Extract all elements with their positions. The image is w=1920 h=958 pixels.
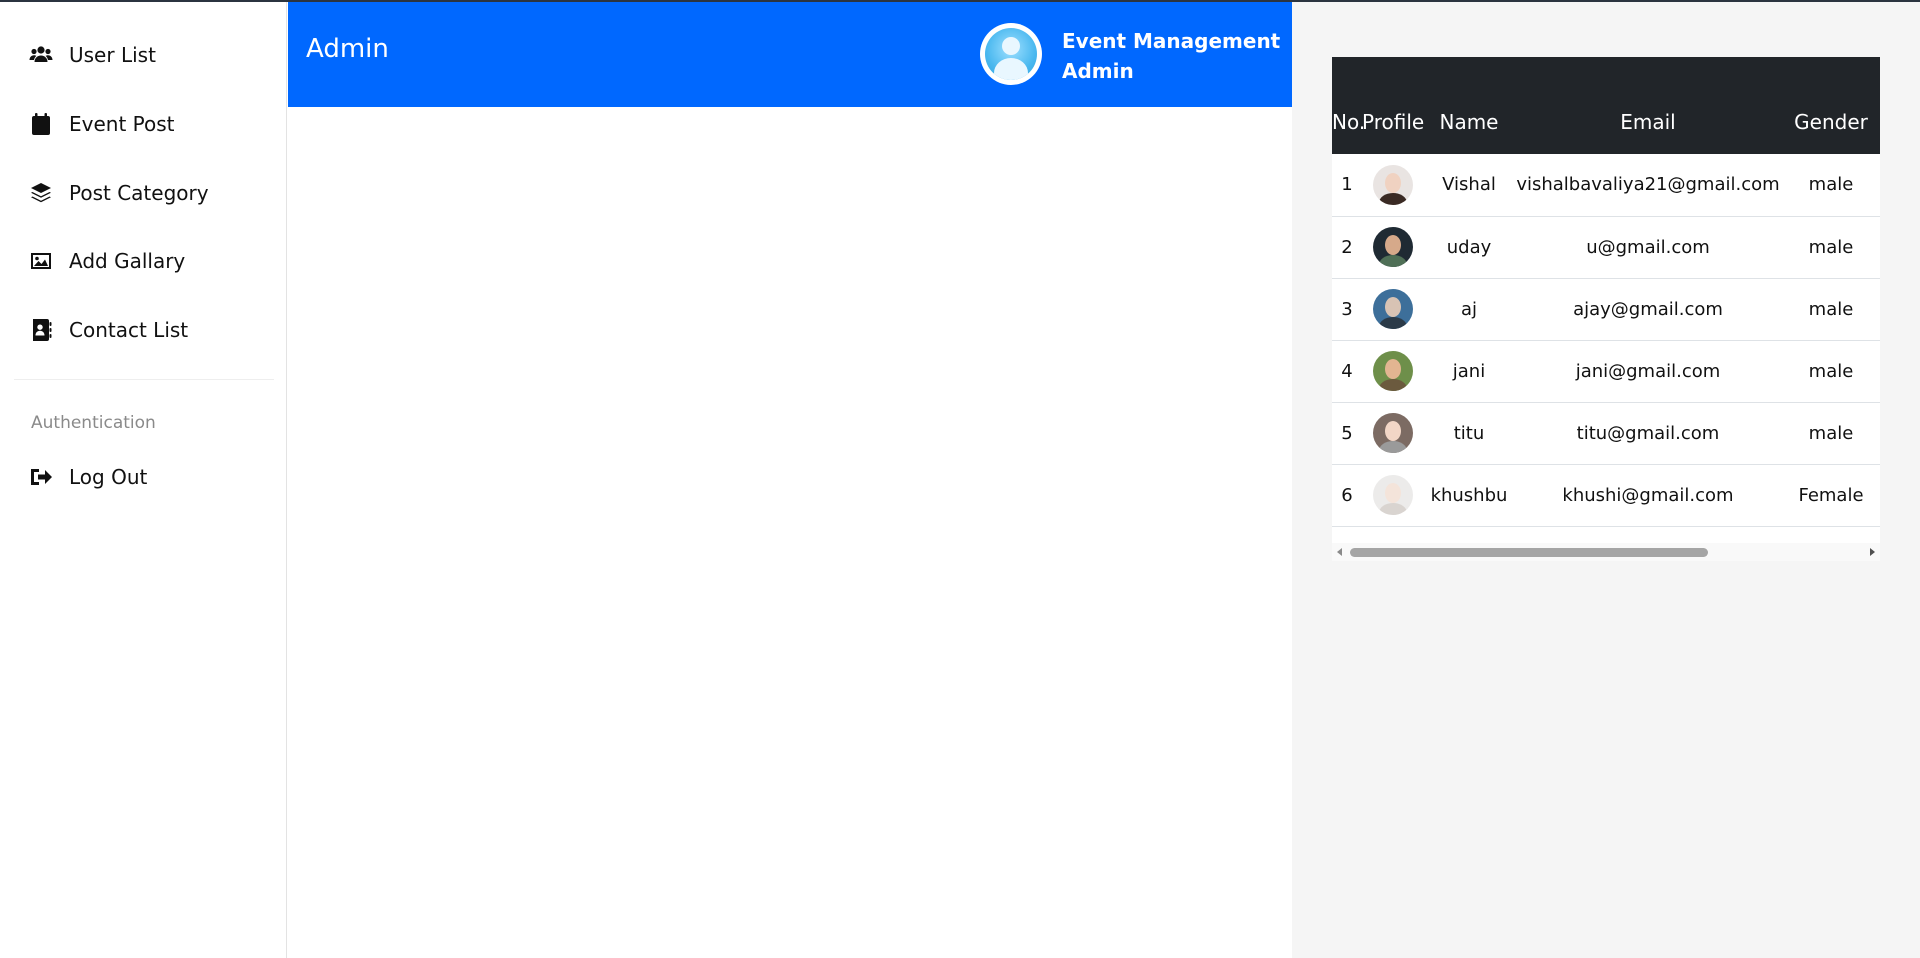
scroll-right-arrow-icon[interactable] [1870, 548, 1875, 556]
cell-no: 4 [1341, 360, 1353, 382]
cell-name: titu [1453, 422, 1485, 444]
cell-email: vishalbavaliya21@gmail.com [1516, 174, 1780, 196]
sidebar-item-label: Event Post [69, 112, 175, 136]
sidebar-item-label: User List [69, 43, 156, 67]
cell-email: khushi@gmail.com [1562, 484, 1734, 506]
cell-gender: Female [1798, 484, 1864, 506]
table-row: 6 khushbu khushi@gmail.com Female [1332, 464, 1880, 526]
cell-no: 6 [1341, 484, 1353, 506]
cell-name: aj [1460, 298, 1478, 320]
cell-name: uday [1446, 236, 1492, 258]
cell-gender: male [1808, 298, 1854, 320]
cell-gender: male [1808, 174, 1854, 196]
cell-gender: male [1808, 422, 1854, 444]
top-header: Admin Event Management Admin [288, 2, 1292, 107]
section-label-authentication: Authentication [31, 413, 156, 433]
user-table-container: No. Profile Name Email Gender 1 Vishal v… [1332, 57, 1880, 560]
image-icon [28, 248, 54, 274]
header-user-line2: Admin [1062, 59, 1134, 83]
cell-profile [1362, 402, 1424, 464]
user-avatar-icon [985, 28, 1037, 80]
sidebar-item-contact-list[interactable]: Contact List [28, 312, 188, 348]
table-row: 5 titu titu@gmail.com male [1332, 402, 1880, 464]
column-header-gender: Gender [1794, 110, 1868, 134]
sidebar: User List Event Post Post Category Add G… [0, 2, 287, 958]
table-row: 4 jani jani@gmail.com male [1332, 340, 1880, 402]
cell-email: titu@gmail.com [1576, 422, 1720, 444]
address-book-icon [28, 317, 54, 343]
profile-photo [1373, 289, 1413, 329]
sidebar-item-event-post[interactable]: Event Post [28, 106, 175, 142]
sidebar-item-post-category[interactable]: Post Category [28, 175, 209, 211]
sidebar-item-user-list[interactable]: User List [28, 37, 156, 73]
cell-name: khushbu [1430, 484, 1508, 506]
main-content [288, 107, 1292, 958]
header-user-name: Event Management Admin [1062, 26, 1280, 86]
avatar[interactable] [980, 23, 1042, 85]
sidebar-item-label: Log Out [69, 465, 148, 489]
column-header-no: No. [1332, 110, 1366, 134]
table-row: 3 aj ajay@gmail.com male [1332, 278, 1880, 340]
table-row: 1 Vishal vishalbavaliya21@gmail.com male [1332, 154, 1880, 216]
cell-email: jani@gmail.com [1575, 360, 1721, 382]
user-table: No. Profile Name Email Gender 1 Vishal v… [1332, 57, 1880, 527]
cell-email: u@gmail.com [1586, 236, 1710, 258]
cell-name: jani [1452, 360, 1486, 382]
column-header-email: Email [1620, 110, 1676, 134]
table-row: 2 uday u@gmail.com male [1332, 216, 1880, 278]
profile-photo [1373, 164, 1413, 205]
cell-email: ajay@gmail.com [1573, 298, 1723, 320]
sidebar-item-label: Add Gallary [69, 249, 186, 273]
cell-no: 3 [1341, 298, 1353, 320]
profile-photo [1373, 413, 1413, 453]
column-header-profile: Profile [1362, 110, 1425, 134]
profile-photo [1373, 475, 1413, 515]
sign-out-icon [28, 464, 54, 490]
profile-photo [1373, 351, 1413, 391]
users-icon [28, 42, 54, 68]
column-header-name: Name [1439, 110, 1499, 134]
cell-no: 1 [1341, 174, 1353, 196]
cell-gender: male [1808, 360, 1854, 382]
scroll-left-arrow-icon[interactable] [1337, 548, 1342, 556]
cell-profile [1362, 154, 1424, 216]
page-title: Admin [306, 34, 389, 64]
sidebar-item-add-gallary[interactable]: Add Gallary [28, 243, 185, 279]
cell-no: 5 [1341, 422, 1353, 444]
sidebar-item-label: Post Category [69, 181, 209, 205]
header-user-line1: Event Management [1062, 29, 1281, 53]
horizontal-scrollbar[interactable] [1332, 543, 1880, 561]
calendar-icon [28, 111, 54, 137]
cell-profile [1362, 464, 1424, 526]
cell-profile [1362, 278, 1424, 340]
cell-name: Vishal [1442, 174, 1496, 196]
sidebar-item-label: Contact List [69, 318, 189, 342]
scrollbar-thumb[interactable] [1350, 548, 1708, 557]
layers-icon [28, 180, 54, 206]
cell-gender: male [1808, 236, 1854, 258]
table-header-row: No. Profile Name Email Gender [1332, 57, 1880, 154]
cell-profile [1362, 340, 1424, 402]
profile-photo [1373, 227, 1413, 267]
sidebar-item-log-out[interactable]: Log Out [28, 459, 147, 495]
cell-no: 2 [1341, 236, 1353, 258]
cell-profile [1362, 216, 1424, 278]
sidebar-divider [14, 379, 274, 380]
